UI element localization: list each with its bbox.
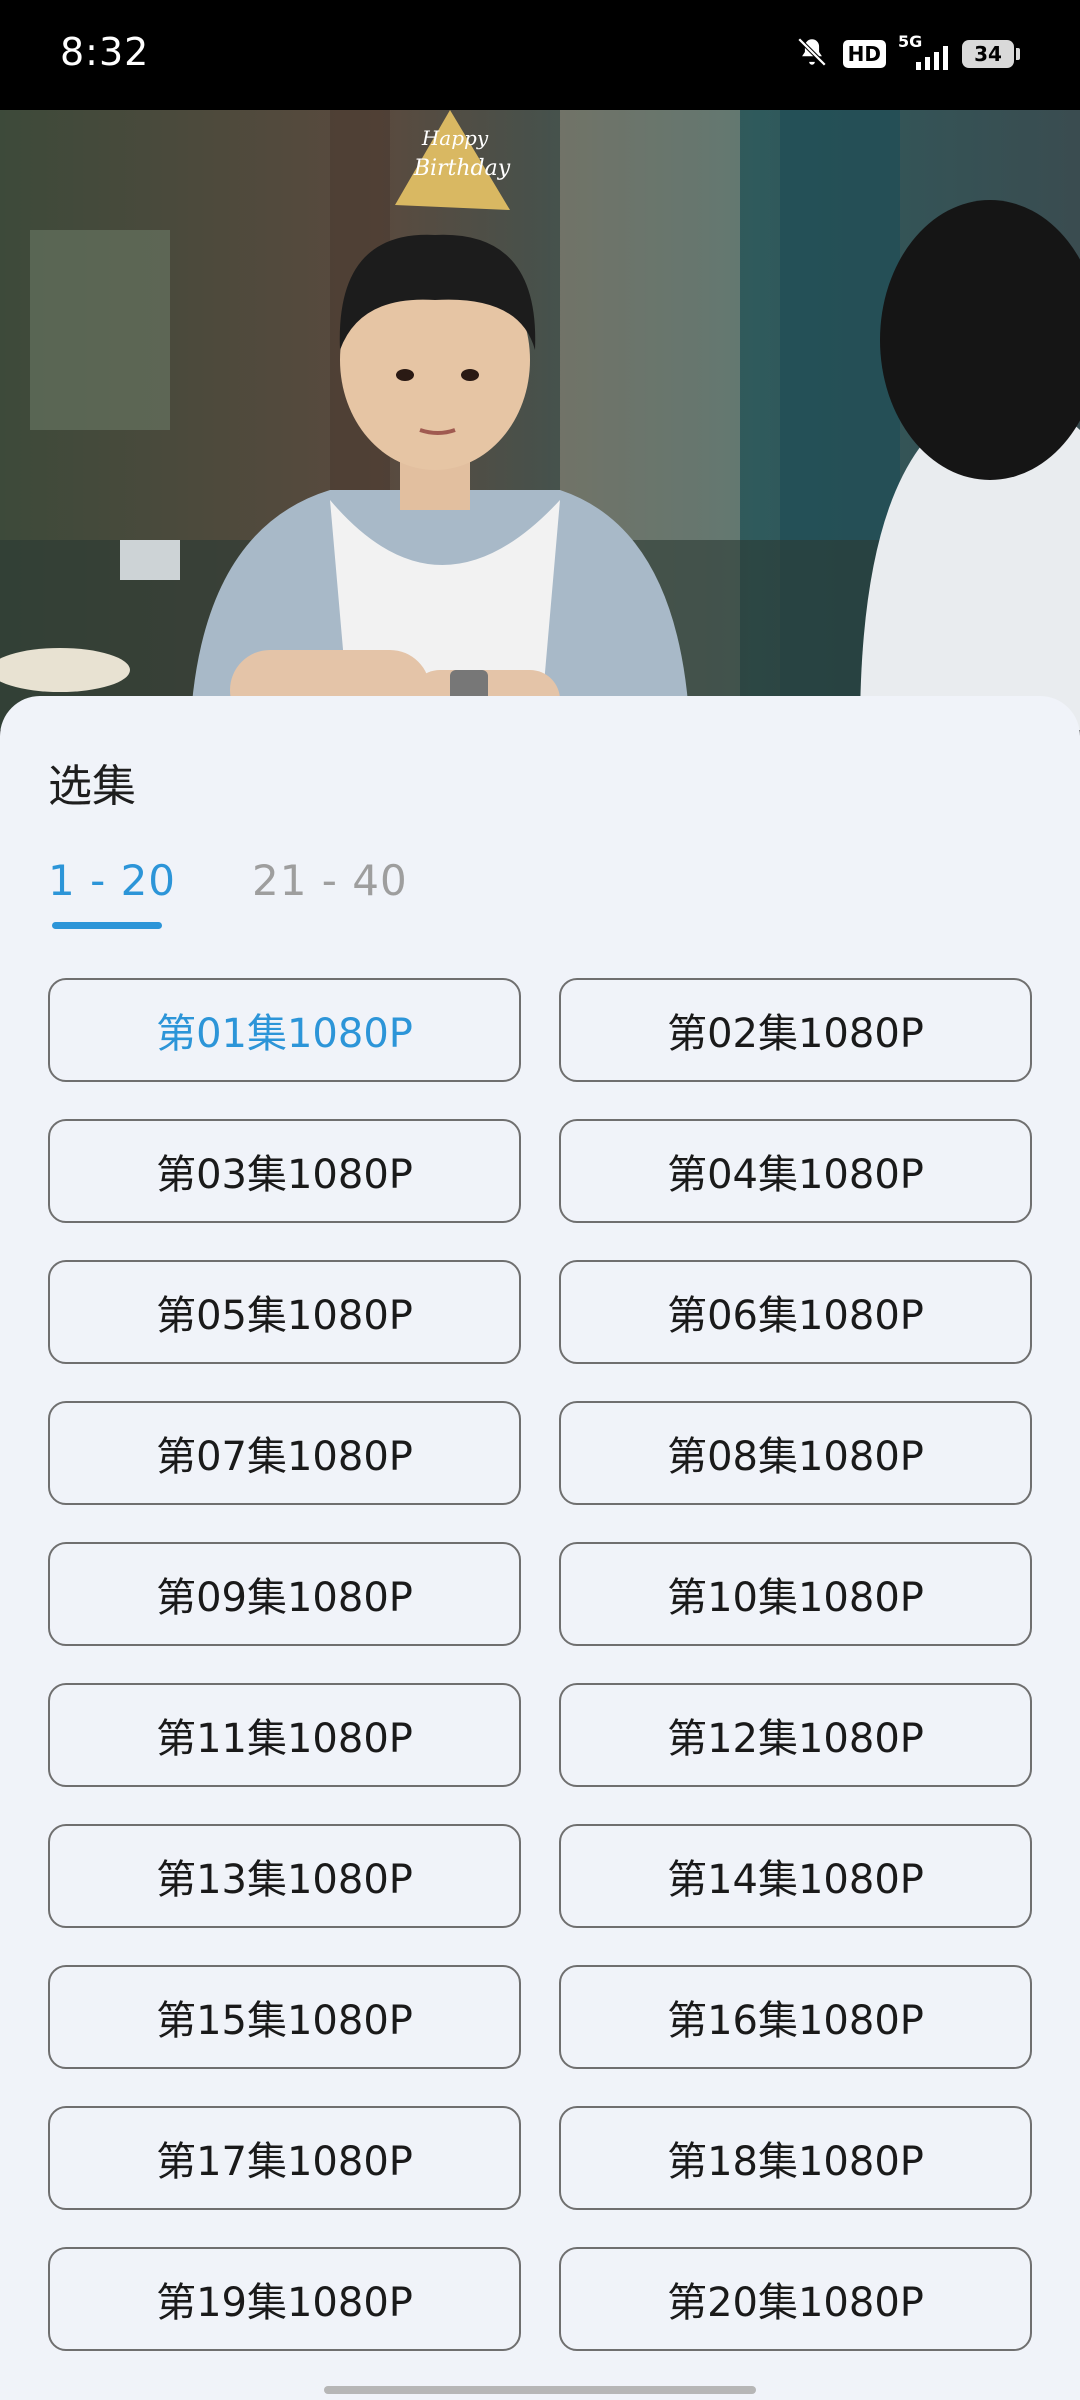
status-time: 8:32 — [60, 30, 150, 74]
episode-sheet: 选集 1 - 20 21 - 40 第01集1080P 第02集1080P 第0… — [0, 696, 1080, 2400]
battery-level: 34 — [962, 40, 1014, 68]
episode-button[interactable]: 第09集1080P — [48, 1542, 521, 1646]
episode-button[interactable]: 第19集1080P — [48, 2247, 521, 2351]
episode-button[interactable]: 第01集1080P — [48, 978, 521, 1082]
episode-button[interactable]: 第05集1080P — [48, 1260, 521, 1364]
tab-indicator — [52, 922, 162, 929]
network-type: 5G — [898, 32, 923, 51]
episode-button[interactable]: 第12集1080P — [559, 1683, 1032, 1787]
episode-button[interactable]: 第15集1080P — [48, 1965, 521, 2069]
tab-range-21-40[interactable]: 21 - 40 — [252, 856, 408, 905]
status-bar: 8:32 HD 5G 34 — [0, 0, 1080, 110]
episode-button[interactable]: 第10集1080P — [559, 1542, 1032, 1646]
episode-button[interactable]: 第14集1080P — [559, 1824, 1032, 1928]
home-indicator[interactable] — [324, 2386, 756, 2394]
episode-button[interactable]: 第07集1080P — [48, 1401, 521, 1505]
episode-button[interactable]: 第20集1080P — [559, 2247, 1032, 2351]
episode-button[interactable]: 第02集1080P — [559, 978, 1032, 1082]
status-icons: HD 5G 34 — [795, 32, 1020, 74]
hat-text-line2: Birthday — [413, 156, 511, 181]
video-player[interactable]: Happy Birthday — [0, 110, 1080, 730]
sheet-title: 选集 — [48, 761, 136, 812]
episode-grid: 第01集1080P 第02集1080P 第03集1080P 第04集1080P … — [48, 978, 1032, 2351]
episode-button[interactable]: 第08集1080P — [559, 1401, 1032, 1505]
episode-button[interactable]: 第17集1080P — [48, 2106, 521, 2210]
episode-button[interactable]: 第16集1080P — [559, 1965, 1032, 2069]
episode-button[interactable]: 第06集1080P — [559, 1260, 1032, 1364]
hd-badge: HD — [842, 40, 886, 68]
episode-button[interactable]: 第11集1080P — [48, 1683, 521, 1787]
video-frame-illustration: Happy Birthday — [0, 110, 1080, 730]
signal-icon: 5G — [898, 32, 948, 70]
episode-button[interactable]: 第04集1080P — [559, 1119, 1032, 1223]
episode-button[interactable]: 第03集1080P — [48, 1119, 521, 1223]
episode-button[interactable]: 第18集1080P — [559, 2106, 1032, 2210]
hat-text-line1: Happy — [421, 126, 489, 150]
battery-icon: 34 — [962, 40, 1020, 68]
bell-muted-icon — [795, 35, 829, 73]
episode-button[interactable]: 第13集1080P — [48, 1824, 521, 1928]
tab-range-1-20[interactable]: 1 - 20 — [48, 856, 176, 905]
